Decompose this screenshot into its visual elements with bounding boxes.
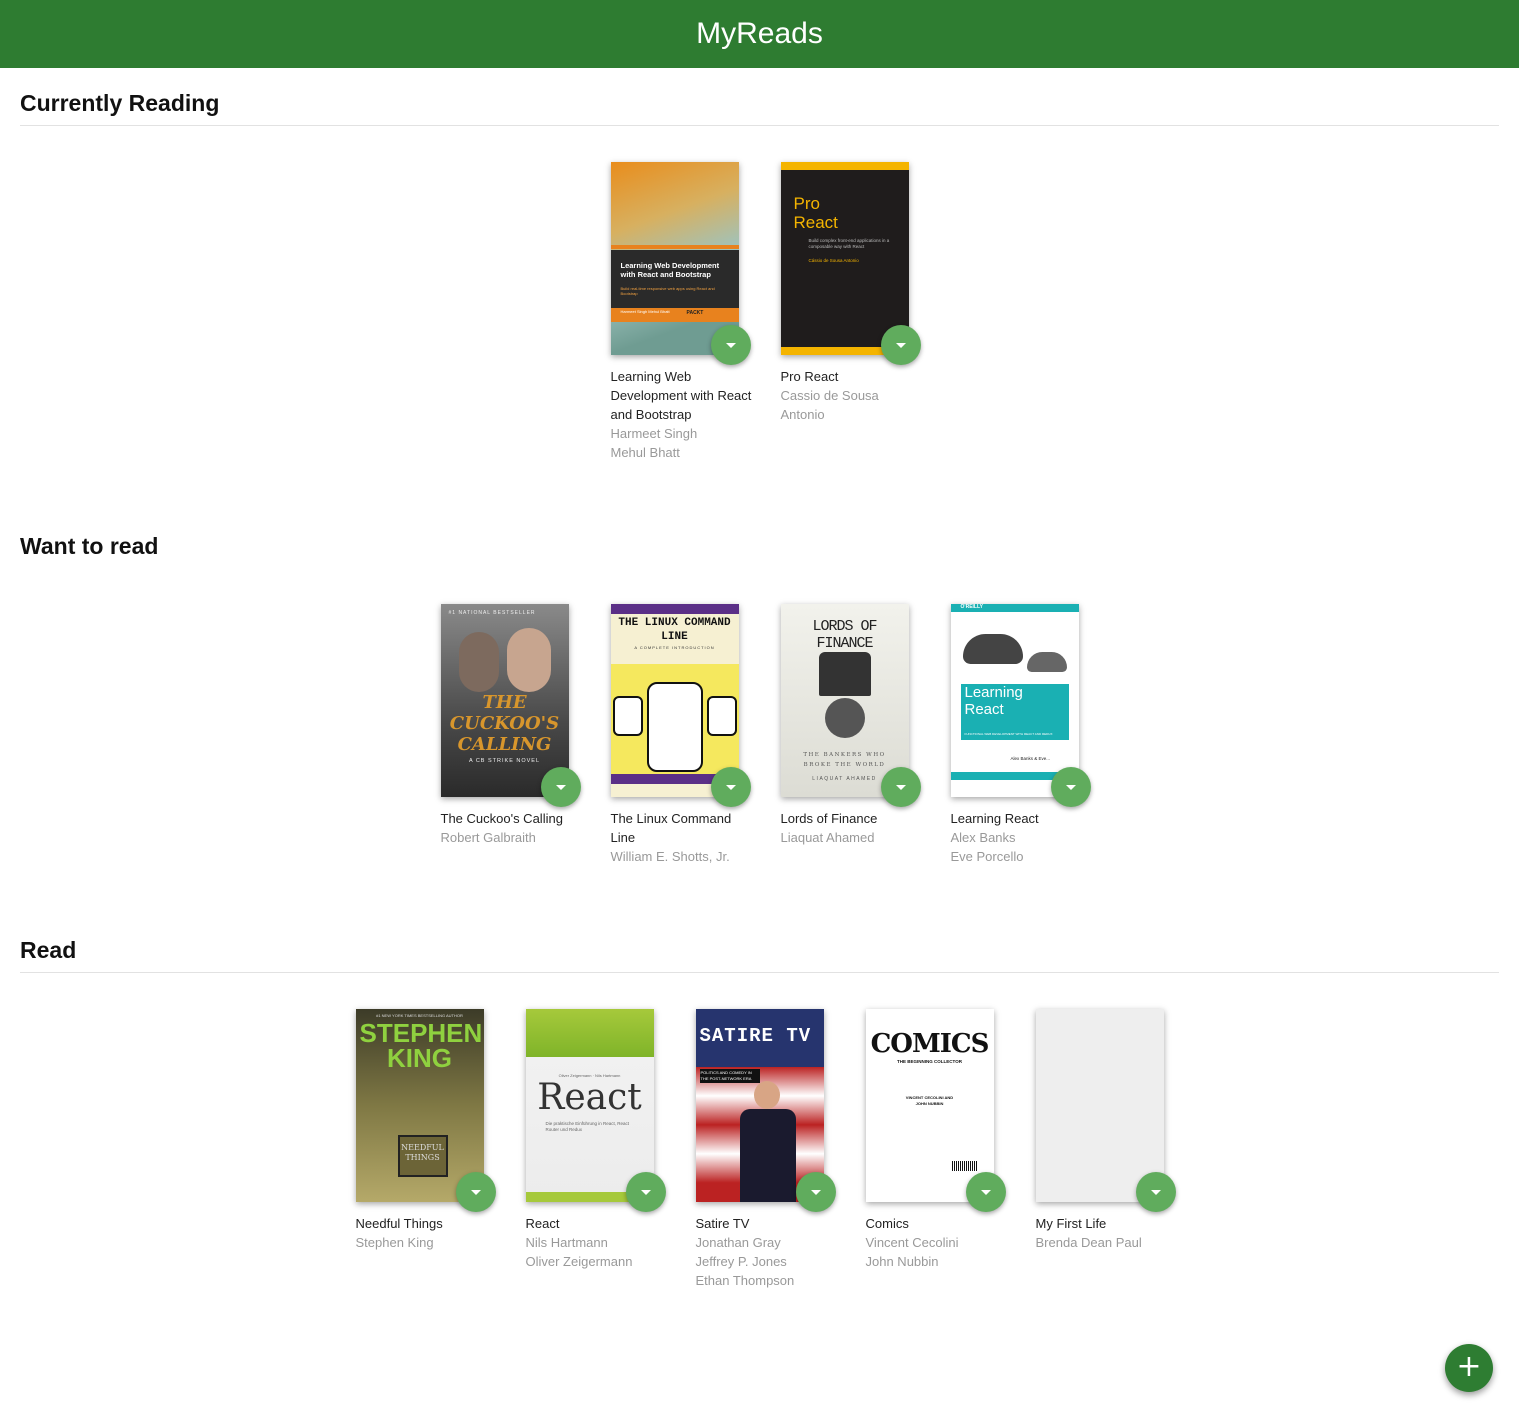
- book-title: Learning React: [950, 811, 1039, 826]
- shelf-changer-button[interactable]: [1050, 767, 1091, 807]
- triangle-down-icon: [725, 784, 736, 790]
- shelf-read: Read #1 NEW YORK TIMES BESTSELLING AUTHO…: [20, 937, 1499, 1288]
- book-cover[interactable]: COMICS THE BEGINNING COLLECTOR VINCENT C…: [865, 1009, 1006, 1212]
- book-author: Ethan Thompson: [695, 1273, 795, 1288]
- book-author: Cassio de Sousa Antonio: [780, 388, 879, 422]
- book-item: Learning Web Development with React and …: [610, 162, 751, 462]
- shelf-title: Read: [20, 937, 1499, 973]
- book-cover[interactable]: #1 NATIONAL BESTSELLER THE CUCKOO'S CALL…: [440, 604, 581, 807]
- book-item: THE LINUX COMMAND LINE A COMPLETE INTROD…: [610, 604, 751, 866]
- books-grid: #1 NEW YORK TIMES BESTSELLING AUTHOR STE…: [20, 1009, 1499, 1290]
- shelf-changer-button[interactable]: [540, 767, 581, 807]
- triangle-down-icon: [555, 784, 566, 790]
- book-item: LORDS OF FINANCE THE BANKERS WHO BROKE T…: [780, 604, 921, 866]
- shelf-changer-button[interactable]: [455, 1172, 496, 1212]
- triangle-down-icon: [640, 1189, 651, 1195]
- triangle-down-icon: [980, 1189, 991, 1195]
- book-item: COMICS THE BEGINNING COLLECTOR VINCENT C…: [865, 1009, 1006, 1290]
- books-grid: Learning Web Development with React and …: [20, 162, 1499, 462]
- triangle-down-icon: [810, 1189, 821, 1195]
- book-author: Nils Hartmann: [525, 1235, 608, 1250]
- triangle-down-icon: [895, 342, 906, 348]
- shelf-changer-button[interactable]: [880, 767, 921, 807]
- shelf-changer-button[interactable]: [880, 325, 921, 365]
- book-item: Oliver Zeigermann · Nils Hartmann React …: [525, 1009, 666, 1290]
- book-author: Stephen King: [355, 1235, 434, 1250]
- book-cover[interactable]: SATIRE TV POLITICS AND COMEDY IN THE POS…: [695, 1009, 836, 1212]
- triangle-down-icon: [470, 1189, 481, 1195]
- book-item: O'REILLY Learning React FUNCTIONAL WEB D…: [950, 604, 1091, 866]
- books-grid: #1 NATIONAL BESTSELLER THE CUCKOO'S CALL…: [20, 604, 1499, 866]
- book-title: Satire TV: [695, 1216, 750, 1231]
- shelf-changer-button[interactable]: [710, 767, 751, 807]
- add-book-button[interactable]: +: [1445, 1344, 1493, 1392]
- book-title: My First Life: [1035, 1216, 1107, 1231]
- book-author: Harmeet Singh: [610, 426, 698, 441]
- book-title: React: [525, 1216, 560, 1231]
- book-author: William E. Shotts, Jr.: [610, 849, 730, 864]
- book-author: Robert Galbraith: [440, 830, 536, 845]
- book-title: The Linux Command Line: [610, 811, 732, 845]
- shelf-changer-button[interactable]: [795, 1172, 836, 1212]
- book-author: Jeffrey P. Jones: [695, 1254, 787, 1269]
- book-item: My First Life Brenda Dean Paul: [1035, 1009, 1176, 1290]
- book-cover[interactable]: [1035, 1009, 1176, 1212]
- book-author: Eve Porcello: [950, 849, 1024, 864]
- shelf-changer-button[interactable]: [625, 1172, 666, 1212]
- book-title: The Cuckoo's Calling: [440, 811, 563, 826]
- book-title: Learning Web Development with React and …: [610, 369, 752, 422]
- shelf-changer-button[interactable]: [965, 1172, 1006, 1212]
- shelf-changer-button[interactable]: [1135, 1172, 1176, 1212]
- plus-icon: +: [1456, 1348, 1482, 1384]
- book-title: Comics: [865, 1216, 909, 1231]
- shelf-title: Currently Reading: [20, 90, 1499, 126]
- book-author: John Nubbin: [865, 1254, 939, 1269]
- triangle-down-icon: [725, 342, 736, 348]
- book-cover[interactable]: LORDS OF FINANCE THE BANKERS WHO BROKE T…: [780, 604, 921, 807]
- shelf-want-to-read: Want to read #1 NATIONAL BESTSELLER THE …: [20, 533, 1499, 864]
- shelf-currently-reading: Currently Reading Learning Web Developme…: [20, 90, 1499, 460]
- book-cover[interactable]: Learning Web Development with React and …: [610, 162, 751, 365]
- book-author: Liaquat Ahamed: [780, 830, 875, 845]
- book-item: #1 NATIONAL BESTSELLER THE CUCKOO'S CALL…: [440, 604, 581, 866]
- book-title: Pro React: [780, 369, 839, 384]
- book-cover[interactable]: O'REILLY Learning React FUNCTIONAL WEB D…: [950, 604, 1091, 807]
- book-cover[interactable]: Oliver Zeigermann · Nils Hartmann React …: [525, 1009, 666, 1212]
- book-author: Brenda Dean Paul: [1035, 1235, 1142, 1250]
- shelf-title: Want to read: [20, 533, 159, 559]
- book-title: Lords of Finance: [780, 811, 878, 826]
- app-title: MyReads: [696, 17, 823, 50]
- book-author: Oliver Zeigermann: [525, 1254, 633, 1269]
- book-author: Jonathan Gray: [695, 1235, 781, 1250]
- app-header: MyReads: [0, 0, 1519, 68]
- book-author: Vincent Cecolini: [865, 1235, 959, 1250]
- book-cover[interactable]: #1 NEW YORK TIMES BESTSELLING AUTHOR STE…: [355, 1009, 496, 1212]
- triangle-down-icon: [1150, 1189, 1161, 1195]
- book-author: Mehul Bhatt: [610, 445, 680, 460]
- book-item: Pro React Build complex front-end applic…: [780, 162, 921, 462]
- book-title: Needful Things: [355, 1216, 443, 1231]
- book-cover[interactable]: THE LINUX COMMAND LINE A COMPLETE INTROD…: [610, 604, 751, 807]
- book-item: SATIRE TV POLITICS AND COMEDY IN THE POS…: [695, 1009, 836, 1290]
- book-item: #1 NEW YORK TIMES BESTSELLING AUTHOR STE…: [355, 1009, 496, 1290]
- triangle-down-icon: [1065, 784, 1076, 790]
- triangle-down-icon: [895, 784, 906, 790]
- book-cover[interactable]: Pro React Build complex front-end applic…: [780, 162, 921, 365]
- shelf-changer-button[interactable]: [710, 325, 751, 365]
- book-author: Alex Banks: [950, 830, 1016, 845]
